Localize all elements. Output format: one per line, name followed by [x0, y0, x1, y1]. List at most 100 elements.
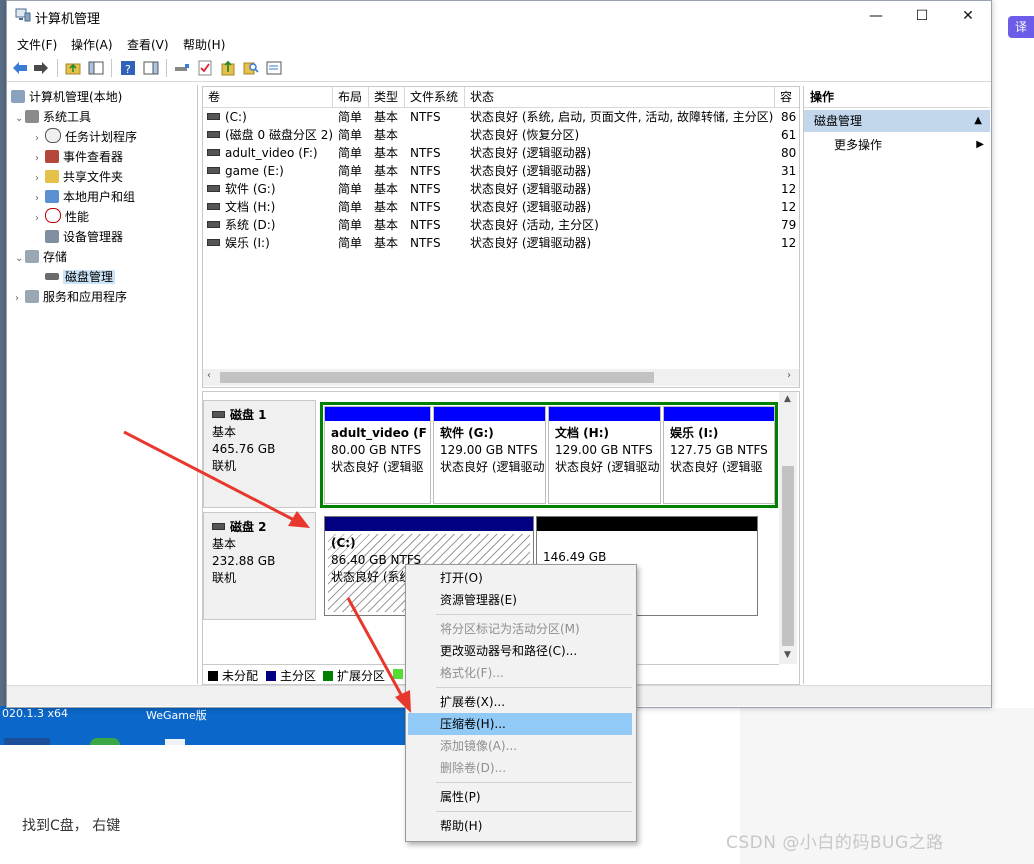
column-header-type[interactable]: 类型 [369, 87, 405, 107]
toolbar-separator [166, 59, 167, 77]
column-header-volume[interactable]: 卷 [203, 87, 333, 107]
volume-list-header: 卷 布局 类型 文件系统 状态 容 [203, 87, 799, 108]
event-viewer-icon [45, 150, 59, 163]
menu-separator [436, 614, 632, 615]
show-hide-tree-icon[interactable] [87, 59, 105, 77]
actions-pane: 操作 磁盘管理 ▲ 更多操作 ▶ [803, 86, 990, 684]
maximize-button[interactable]: ☐ [899, 1, 945, 31]
scroll-left-icon[interactable]: ‹ [207, 370, 211, 381]
tree-item-services-apps[interactable]: › 服务和应用程序 [15, 287, 127, 307]
drive-icon [207, 131, 220, 138]
horizontal-scrollbar[interactable]: ‹ › [203, 369, 799, 386]
performance-icon [45, 208, 61, 223]
tree-item-storage[interactable]: ⌄ 存储 [15, 247, 67, 267]
chevron-right-icon[interactable]: › [35, 129, 45, 149]
scrollbar-thumb[interactable] [782, 466, 794, 646]
menu-item-open[interactable]: 打开(O) [408, 567, 632, 589]
menu-item-extend-volume[interactable]: 扩展卷(X)... [408, 691, 632, 713]
column-header-capacity[interactable]: 容 [775, 87, 799, 107]
column-header-status[interactable]: 状态 [465, 87, 775, 107]
more-actions[interactable]: 更多操作 ▶ [834, 136, 984, 154]
table-row[interactable]: 娱乐 (I:) 简单 基本 NTFS 状态良好 (逻辑驱动器) 12 [203, 234, 799, 252]
chevron-right-icon[interactable]: › [35, 149, 45, 169]
menu-item-properties[interactable]: 属性(P) [408, 786, 632, 808]
chevron-right-icon[interactable]: › [15, 289, 25, 309]
vertical-scrollbar[interactable]: ▲ ▼ [779, 392, 797, 664]
menu-file[interactable]: 文件(F) [17, 36, 57, 53]
tree-item-local-users[interactable]: › 本地用户和组 [35, 187, 135, 207]
scroll-down-icon[interactable]: ▼ [784, 650, 791, 660]
back-icon[interactable] [11, 59, 29, 77]
scroll-right-icon[interactable]: › [787, 370, 791, 381]
tree-item-device-manager[interactable]: 设备管理器 [45, 227, 123, 247]
tree-item-system-tools[interactable]: ⌄ 系统工具 [15, 107, 91, 127]
translate-button[interactable]: 译 [1008, 16, 1034, 38]
actions-section-disk-management[interactable]: 磁盘管理 ▲ [804, 110, 990, 132]
drive-icon [207, 113, 220, 120]
actions-header: 操作 [804, 86, 990, 108]
menu-item-mark-active: 将分区标记为活动分区(M) [440, 622, 580, 636]
wegame-icon [90, 738, 120, 745]
shared-folder-icon [45, 170, 59, 183]
table-row[interactable]: (磁盘 0 磁盘分区 2) 简单 基本 状态良好 (恢复分区) 61 [203, 126, 799, 144]
collapse-icon[interactable]: ▲ [974, 110, 982, 132]
disk-1-label[interactable]: 磁盘 1 基本 465.76 GB 联机 [203, 400, 316, 508]
menu-item-delete-volume: 删除卷(D)... [440, 761, 507, 775]
chevron-down-icon[interactable]: ⌄ [15, 109, 25, 129]
chevron-down-icon[interactable]: ⌄ [15, 249, 25, 269]
tree-item-computer-management[interactable]: 计算机管理(本地) [11, 87, 122, 107]
table-row[interactable]: 文档 (H:) 简单 基本 NTFS 状态良好 (逻辑驱动器) 12 [203, 198, 799, 216]
chevron-right-icon[interactable]: › [35, 189, 45, 209]
table-row[interactable]: (C:) 简单 基本 NTFS 状态良好 (系统, 启动, 页面文件, 活动, … [203, 108, 799, 126]
computer-icon [11, 90, 25, 103]
table-row[interactable]: adult_video (F:) 简单 基本 NTFS 状态良好 (逻辑驱动器)… [203, 144, 799, 162]
forward-icon[interactable] [32, 59, 50, 77]
menu-separator [436, 811, 632, 812]
menu-action[interactable]: 操作(A) [71, 36, 113, 53]
menu-item-shrink-volume[interactable]: 压缩卷(H)... [408, 713, 632, 735]
tree-item-task-scheduler[interactable]: › 任务计划程序 [35, 127, 137, 147]
tree-item-shared-folders[interactable]: › 共享文件夹 [35, 167, 123, 187]
tree-item-performance[interactable]: › 性能 [35, 207, 89, 227]
scrollbar-thumb[interactable] [220, 372, 654, 383]
drive-icon [207, 185, 220, 192]
scroll-up-icon[interactable]: ▲ [784, 394, 791, 404]
window-title: 计算机管理 [35, 12, 101, 27]
up-folder-icon[interactable] [64, 59, 82, 77]
minimize-button[interactable]: — [853, 1, 899, 31]
help-icon[interactable]: ? [119, 59, 137, 77]
connect-icon[interactable] [173, 59, 191, 77]
desktop-icon-tile [4, 738, 50, 745]
menu-item-help[interactable]: 帮助(H) [408, 815, 632, 837]
menu-item-change-drive-letter[interactable]: 更改驱动器号和路径(C)... [408, 640, 632, 662]
menu-item-explorer[interactable]: 资源管理器(E) [408, 589, 632, 611]
properties-icon[interactable] [265, 59, 283, 77]
checklist-icon[interactable] [196, 59, 214, 77]
column-header-filesystem[interactable]: 文件系统 [405, 87, 465, 107]
partition-g[interactable]: 软件 (G:) 129.00 GB NTFS 状态良好 (逻辑驱动 [433, 406, 546, 504]
menu-view[interactable]: 查看(V) [127, 36, 169, 53]
column-header-layout[interactable]: 布局 [333, 87, 369, 107]
table-row[interactable]: 软件 (G:) 简单 基本 NTFS 状态良好 (逻辑驱动器) 12 [203, 180, 799, 198]
tree-item-disk-management[interactable]: 磁盘管理 [45, 267, 116, 287]
table-row[interactable]: 系统 (D:) 简单 基本 NTFS 状态良好 (活动, 主分区) 79 [203, 216, 799, 234]
partition-h[interactable]: 文档 (H:) 129.00 GB NTFS 状态良好 (逻辑驱动 [548, 406, 661, 504]
article-note: 找到C盘， 右键 [22, 818, 121, 834]
search-icon[interactable] [242, 59, 260, 77]
chevron-right-icon[interactable]: › [35, 209, 45, 229]
partition-f[interactable]: adult_video (F 80.00 GB NTFS 状态良好 (逻辑驱 [324, 406, 431, 504]
drive-icon [212, 523, 225, 530]
menu-help[interactable]: 帮助(H) [183, 36, 225, 53]
browser-side-panel [992, 0, 1034, 100]
svg-text:?: ? [125, 63, 131, 76]
drive-icon [207, 239, 220, 246]
disk-2-label[interactable]: 磁盘 2 基本 232.88 GB 联机 [203, 512, 316, 620]
chevron-right-icon[interactable]: › [35, 169, 45, 189]
tree-item-event-viewer[interactable]: › 事件查看器 [35, 147, 123, 167]
export-icon[interactable] [219, 59, 237, 77]
close-button[interactable]: ✕ [945, 1, 991, 31]
clock-icon [45, 128, 61, 143]
table-row[interactable]: game (E:) 简单 基本 NTFS 状态良好 (逻辑驱动器) 31 [203, 162, 799, 180]
show-hide-action-pane-icon[interactable] [142, 59, 160, 77]
partition-i[interactable]: 娱乐 (I:) 127.75 GB NTFS 状态良好 (逻辑驱 [663, 406, 775, 504]
